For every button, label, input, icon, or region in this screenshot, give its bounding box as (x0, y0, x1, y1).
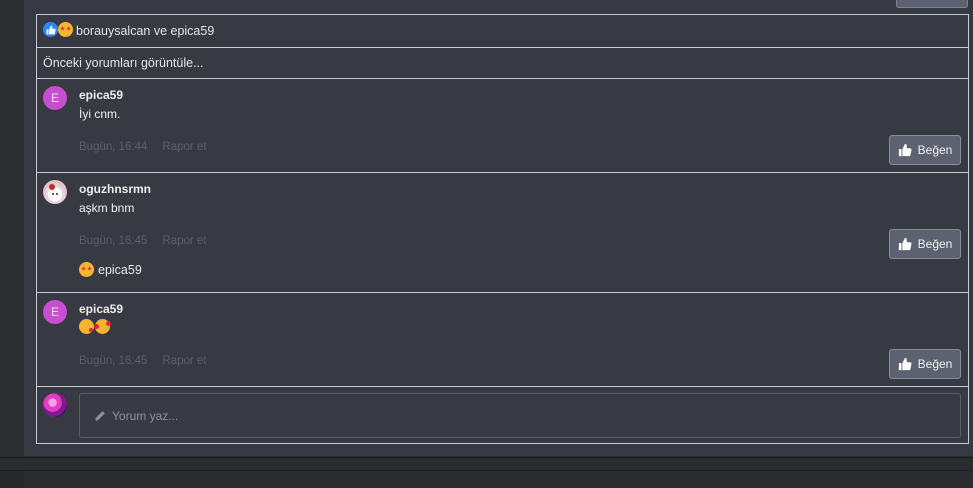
comment-emojis (79, 319, 111, 334)
older-comments-row: Önceki yorumları görüntüle... (37, 48, 968, 79)
comment-reaction[interactable]: epica59 (79, 262, 142, 277)
hearts-emoji-icon (94, 319, 111, 334)
like-label: Beğen (917, 357, 953, 371)
comment-input-placeholder: Yorum yaz... (112, 408, 179, 423)
page-root: borauysalcan ve epica59 Önceki yorumları… (0, 0, 973, 488)
likes-users-text[interactable]: borauysalcan ve epica59 (76, 24, 214, 38)
comment-text: İyi cnm. (79, 107, 121, 121)
left-gutter (0, 0, 24, 456)
comment-meta: Bugün, 16:44 Rapor et (79, 141, 207, 153)
comment-time[interactable]: Bugün, 16:45 (79, 235, 147, 247)
comment-input-row: Yorum yaz... (37, 387, 968, 444)
thumbs-up-icon (898, 237, 912, 251)
avatar[interactable]: E (43, 86, 67, 110)
divider (0, 470, 973, 471)
like-button[interactable]: Beğen (889, 229, 961, 259)
comments-section: borauysalcan ve epica59 Önceki yorumları… (36, 14, 969, 444)
report-link[interactable]: Rapor et (162, 235, 206, 247)
star-eyes-emoji-icon (58, 22, 73, 37)
like-label: Beğen (917, 237, 953, 251)
star-eyes-emoji-icon (79, 262, 94, 277)
comment-meta: Bugün, 16:45 Rapor et (79, 355, 207, 367)
comment-item: E epica59 İyi cnm. Bugün, 16:44 Rapor et… (37, 79, 968, 173)
current-user-avatar[interactable] (43, 393, 67, 417)
comment-author[interactable]: epica59 (79, 302, 123, 316)
comment-time[interactable]: Bugün, 16:44 (79, 141, 147, 153)
like-label: Beğen (917, 143, 953, 157)
like-button[interactable]: Beğen (889, 135, 961, 165)
likes-summary: borauysalcan ve epica59 (37, 15, 968, 48)
comment-author[interactable]: epica59 (79, 88, 123, 102)
comment-meta: Bugün, 16:45 Rapor et (79, 235, 207, 247)
comment-text: aşkm bnm (79, 201, 135, 215)
bottom-strip (0, 456, 973, 488)
thumbs-up-icon (43, 22, 58, 37)
avatar[interactable] (43, 180, 67, 204)
divider (0, 457, 973, 458)
partial-button-top[interactable] (896, 0, 968, 8)
reaction-user: epica59 (98, 262, 142, 277)
comment-time[interactable]: Bugün, 16:45 (79, 355, 147, 367)
comment-item: oguzhnsrmn aşkm bnm Bugün, 16:45 Rapor e… (37, 173, 968, 293)
kiss-emoji-icon (79, 319, 94, 334)
like-button[interactable]: Beğen (889, 349, 961, 379)
pencil-icon (95, 410, 105, 420)
view-older-comments-link[interactable]: Önceki yorumları görüntüle... (43, 56, 204, 70)
avatar[interactable]: E (43, 300, 67, 324)
thumbs-up-icon (898, 143, 912, 157)
avatar-image-icon (48, 184, 62, 201)
report-link[interactable]: Rapor et (162, 141, 206, 153)
comment-author[interactable]: oguzhnsrmn (79, 182, 151, 196)
thumbs-up-icon (898, 357, 912, 371)
bottom-left-block (0, 471, 24, 488)
report-link[interactable]: Rapor et (162, 355, 206, 367)
reaction-icons (43, 22, 73, 37)
comment-item: E epica59 Bugün, 16:45 Rapor et Beğen (37, 293, 968, 387)
comment-input[interactable]: Yorum yaz... (79, 393, 961, 438)
